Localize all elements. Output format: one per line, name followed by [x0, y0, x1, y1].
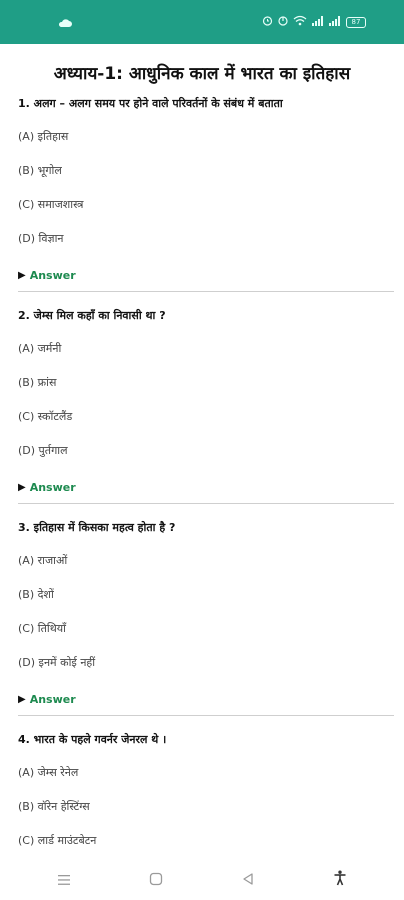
home-button[interactable]: [136, 865, 176, 895]
option-a[interactable]: (A) जर्मनी: [10, 341, 394, 361]
status-bar: 87: [0, 0, 404, 44]
divider: [18, 715, 394, 716]
battery-icon: 87: [346, 16, 366, 28]
answer-label: Answer: [29, 480, 76, 494]
question-text: 2. जेम्स मिल कहाँ का निवासी था ?: [18, 309, 166, 322]
option-c[interactable]: (C) स्कॉटलैंड: [10, 409, 394, 429]
signal-icon: [329, 15, 341, 29]
alarm-icon: [262, 15, 273, 29]
option-c[interactable]: (C) तिथियाँ: [10, 621, 394, 641]
option-b[interactable]: (B) वॉरेन हेस्टिंग्स: [10, 799, 394, 819]
system-navigation-bar: [0, 860, 404, 900]
disclosure-triangle-icon: ▶: [18, 481, 26, 493]
back-button[interactable]: [228, 865, 268, 895]
question-text: 4. भारत के पहले गवर्नर जेनरल थे ।: [18, 733, 167, 746]
option-d[interactable]: (D) इनमें कोई नहीं: [10, 655, 394, 675]
home-icon: [149, 871, 163, 890]
menu-button[interactable]: [44, 865, 84, 895]
battery-level-text: 87: [351, 18, 361, 26]
option-d[interactable]: (D) पुर्तगाल: [10, 443, 394, 463]
question-text: 3. इतिहास में किसका महत्व होता है ?: [18, 521, 176, 534]
option-c[interactable]: (C) समाजशास्त्र: [10, 197, 394, 217]
cloud-icon: [58, 13, 72, 32]
wifi-icon: [293, 15, 307, 29]
option-b[interactable]: (B) भूगोल: [10, 163, 394, 183]
answer-label: Answer: [29, 692, 76, 706]
answer-toggle[interactable]: ▶ Answer: [10, 689, 394, 709]
menu-icon: [57, 871, 71, 890]
page-title: अध्याय-1: आधुनिक काल में भारत का इतिहास: [53, 64, 351, 84]
answer-toggle[interactable]: ▶ Answer: [10, 477, 394, 497]
disclosure-triangle-icon: ▶: [18, 693, 26, 705]
signal-icon: [312, 15, 324, 29]
option-a[interactable]: (A) राजाओं: [10, 553, 394, 573]
quiz-content[interactable]: अध्याय-1: आधुनिक काल में भारत का इतिहास …: [0, 44, 404, 860]
option-b[interactable]: (B) फ्रांस: [10, 375, 394, 395]
disclosure-triangle-icon: ▶: [18, 269, 26, 281]
option-a[interactable]: (A) इतिहास: [10, 129, 394, 149]
answer-label: Answer: [29, 268, 76, 282]
question-block: 1. अलग – अलग समय पर होने वाले परिवर्तनों…: [0, 96, 404, 292]
question-block: 2. जेम्स मिल कहाँ का निवासी था ? (A) जर्…: [0, 308, 404, 504]
option-d[interactable]: (D) विज्ञान: [10, 231, 394, 251]
accessibility-icon: [333, 870, 347, 890]
dnd-icon: [278, 15, 288, 29]
divider: [18, 503, 394, 504]
question-block: 3. इतिहास में किसका महत्व होता है ? (A) …: [0, 520, 404, 716]
question-block: 4. भारत के पहले गवर्नर जेनरल थे । (A) जे…: [0, 732, 404, 853]
option-a[interactable]: (A) जेम्स रेनेल: [10, 765, 394, 785]
divider: [18, 291, 394, 292]
accessibility-button[interactable]: [320, 865, 360, 895]
option-c[interactable]: (C) लार्ड माउंटबेटन: [10, 833, 394, 853]
question-text: 1. अलग – अलग समय पर होने वाले परिवर्तनों…: [18, 97, 283, 110]
option-b[interactable]: (B) देशों: [10, 587, 394, 607]
back-icon: [242, 871, 254, 890]
answer-toggle[interactable]: ▶ Answer: [10, 265, 394, 285]
